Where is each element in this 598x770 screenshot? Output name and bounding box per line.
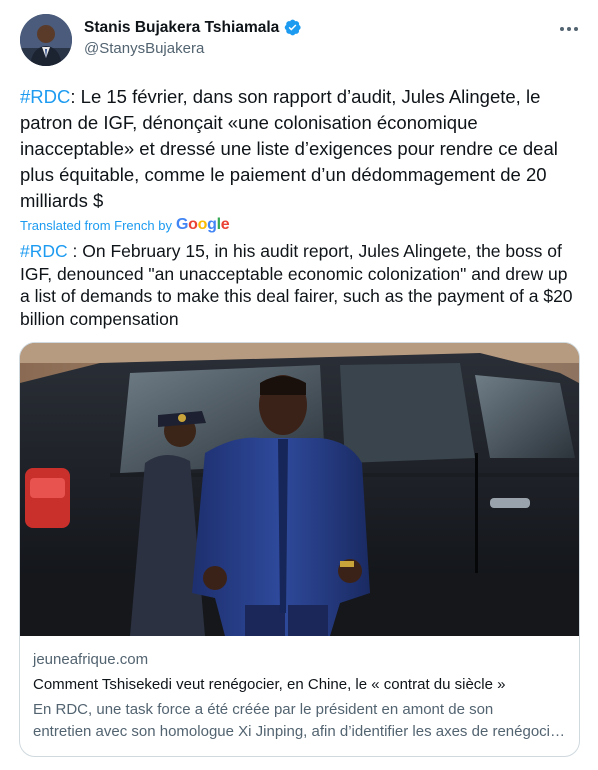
translation-body: : On February 15, in his audit report, J… [20,241,573,329]
original-body: : Le 15 février, dans son rapport d’audi… [20,86,558,211]
card-domain: jeuneafrique.com [33,651,149,668]
avatar-image [20,14,72,66]
hashtag-link[interactable]: #RDC [20,86,70,107]
translation-attribution[interactable]: Translated from French by Google [20,216,230,234]
author-name[interactable]: Stanis Bujakera Tshiamala [84,19,279,37]
hashtag-link[interactable]: #RDC [20,241,68,261]
more-options-icon[interactable] [558,22,580,36]
dot [567,27,571,31]
tweet-translation-text: #RDC : On February 15, in his audit repo… [20,240,580,330]
avatar[interactable] [20,14,72,66]
author-handle[interactable]: @StanysBujakera [84,40,204,57]
card-image[interactable] [20,343,579,636]
link-card[interactable]: jeuneafrique.com Comment Tshisekedi veut… [19,342,580,757]
tweet: Stanis Bujakera Tshiamala @StanysBujaker… [0,0,598,770]
author-name-row: Stanis Bujakera Tshiamala [84,18,302,37]
dot [574,27,578,31]
google-logo: Google [175,216,230,233]
translated-label: Translated from French by [20,217,172,233]
card-description-line: En RDC, une task force a été créée par l… [33,701,494,718]
card-description-line: entretien avec son homologue Xi Jinping,… [33,723,568,740]
dot [560,27,564,31]
tweet-original-text: #RDC: Le 15 février, dans son rapport d’… [20,84,580,214]
card-title[interactable]: Comment Tshisekedi veut renégocier, en C… [33,676,568,693]
card-description: En RDC, une task force a été créée par l… [33,699,568,743]
verified-badge-icon [285,19,301,36]
